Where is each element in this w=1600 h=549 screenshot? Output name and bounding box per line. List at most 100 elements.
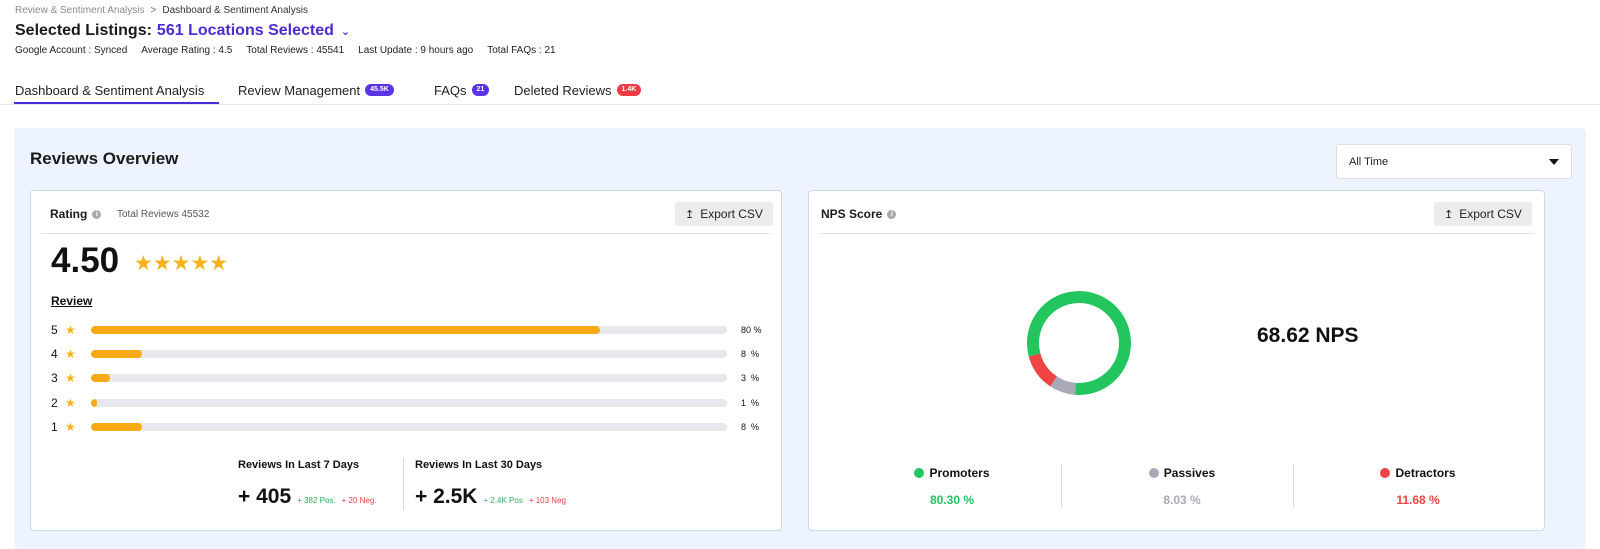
google-account-status: Google Account : Synced	[15, 45, 128, 56]
star-icon: ★	[65, 396, 76, 410]
positive-count: + 2.4K Pos	[483, 496, 523, 505]
nps-card-header: NPS Score i ↥ Export CSV	[809, 191, 1544, 234]
rating-percent: 8 %	[741, 349, 760, 359]
stat-line: + 405 + 382 Pos. + 20 Neg.	[238, 485, 377, 509]
rating-row-3: 3 ★ 3 %	[51, 371, 766, 385]
rating-bar-fill	[91, 326, 600, 334]
donut-segment-promoters[interactable]	[1024, 288, 1134, 398]
legend-label: Promoters	[837, 466, 1067, 480]
negative-count: + 20 Neg.	[341, 496, 377, 505]
total-reviews-label: Total Reviews 45532	[117, 209, 210, 220]
rating-title-text: Rating	[50, 207, 88, 221]
period-select[interactable]: All Time	[1336, 144, 1572, 179]
deleted-count-badge: 1.4K	[616, 84, 642, 96]
nps-title-text: NPS Score	[821, 207, 883, 221]
rating-bar-track	[91, 326, 727, 334]
rating-row-5: 5 ★ 80 %	[51, 323, 766, 337]
period-select-value: All Time	[1349, 155, 1389, 168]
review-link[interactable]: Review	[51, 294, 92, 308]
breadcrumb: Review & Sentiment Analysis > Dashboard …	[15, 5, 308, 16]
rating-bar-track	[91, 423, 727, 431]
total-faqs-meta: Total FAQs : 21	[487, 45, 556, 56]
breadcrumb-parent[interactable]: Review & Sentiment Analysis	[15, 5, 145, 16]
export-csv-label: Export CSV	[1459, 207, 1522, 221]
info-icon[interactable]: i	[887, 209, 897, 219]
stat-divider	[403, 458, 404, 510]
rating-percent: 8 %	[741, 422, 760, 432]
star-rating-icon: ★★★★★	[134, 252, 229, 275]
last-update-meta: Last Update : 9 hours ago	[358, 45, 474, 56]
rating-star-number: 4	[51, 347, 58, 361]
legend-label-text: Promoters	[929, 466, 990, 480]
rating-percent: 80 %	[741, 325, 762, 335]
rating-star-number: 3	[51, 371, 58, 385]
star-icon: ★	[65, 347, 76, 361]
rating-percent: 3 %	[741, 373, 760, 383]
positive-count: + 382 Pos.	[297, 496, 336, 505]
rating-percent: 1 %	[741, 398, 760, 408]
rating-row-1: 1 ★ 8 %	[51, 420, 766, 434]
tab-review-management-label: Review Management	[238, 82, 361, 98]
rating-card: Rating i Total Reviews 45532 ↥ Export CS…	[30, 190, 782, 531]
total-reviews-meta: Total Reviews : 45541	[246, 45, 345, 56]
faq-count-badge: 21	[471, 84, 490, 96]
legend-percent: 80.30 %	[929, 493, 975, 507]
tab-deleted-reviews[interactable]: Deleted Reviews 1.4K	[514, 80, 642, 100]
stat-line: + 2.5K + 2.4K Pos + 103 Neg	[415, 485, 566, 509]
rating-star-number: 2	[51, 396, 58, 410]
legend-divider	[1293, 464, 1294, 508]
stat-title: Reviews In Last 7 Days	[238, 459, 360, 471]
export-csv-button[interactable]: ↥ Export CSV	[1434, 202, 1532, 226]
rating-card-header: Rating i Total Reviews 45532 ↥ Export CS…	[31, 191, 781, 234]
stat-value: + 2.5K	[415, 485, 478, 508]
legend-divider	[1061, 464, 1062, 508]
rating-bar-track	[91, 350, 727, 358]
legend-label-text: Detractors	[1395, 466, 1456, 480]
nps-card: NPS Score i ↥ Export CSV 68.62 NPS Promo…	[808, 190, 1545, 531]
reviews-overview-section: Reviews Overview All Time Rating i Total…	[14, 128, 1586, 549]
legend-label: Detractors	[1303, 466, 1533, 480]
legend-passives: Passives 8.03 %	[1067, 466, 1297, 507]
breadcrumb-separator-icon: >	[150, 5, 157, 16]
active-tab-indicator	[14, 102, 219, 104]
rating-card-title: Rating i	[50, 207, 102, 221]
card-divider	[41, 233, 771, 234]
donut-segment-passives[interactable]	[1024, 288, 1134, 398]
rating-row-2: 2 ★ 1 %	[51, 396, 766, 410]
stat-title: Reviews In Last 30 Days	[415, 459, 543, 471]
star-icon: ★	[65, 323, 76, 337]
negative-count: + 103 Neg	[528, 496, 566, 505]
rating-bar-fill	[91, 423, 142, 431]
legend-detractors: Detractors 11.68 %	[1303, 466, 1533, 507]
passives-dot-icon	[1148, 468, 1159, 478]
upload-icon: ↥	[685, 208, 695, 221]
chevron-down-icon[interactable]: ⌄	[341, 25, 350, 38]
tab-dashboard[interactable]: Dashboard & Sentiment Analysis	[15, 80, 204, 100]
info-icon[interactable]: i	[92, 209, 102, 219]
average-rating-meta: Average Rating : 4.5	[141, 45, 233, 56]
donut-segment-detractors[interactable]	[1024, 288, 1134, 398]
tab-faqs-label: FAQs	[434, 82, 467, 98]
rating-bar-fill	[91, 350, 142, 358]
listing-meta: Google Account : Synced Average Rating :…	[15, 45, 556, 56]
tab-dashboard-label: Dashboard & Sentiment Analysis	[15, 82, 205, 98]
tab-review-management[interactable]: Review Management 45.5K	[238, 80, 394, 100]
tab-faqs[interactable]: FAQs 21	[434, 80, 490, 100]
section-title: Reviews Overview	[30, 149, 179, 168]
detractors-dot-icon	[1380, 468, 1391, 478]
selected-listings-label: Selected Listings:	[15, 22, 152, 39]
breadcrumb-current: Dashboard & Sentiment Analysis	[162, 5, 308, 16]
nps-score-value: 68.62 NPS	[1257, 324, 1359, 347]
nps-card-title: NPS Score i	[821, 207, 897, 221]
reviews-last-7-days: Reviews In Last 7 Days + 405 + 382 Pos. …	[238, 459, 377, 509]
stat-value: + 405	[238, 485, 292, 508]
nps-donut-chart	[1024, 288, 1134, 398]
reviews-last-30-days: Reviews In Last 30 Days + 2.5K + 2.4K Po…	[415, 459, 566, 509]
average-rating-value: 4.50	[51, 241, 120, 280]
export-csv-button[interactable]: ↥ Export CSV	[675, 202, 773, 226]
locations-selector[interactable]: 561 Locations Selected	[157, 22, 334, 40]
star-icon: ★	[65, 371, 76, 385]
card-divider	[819, 233, 1534, 234]
promoters-dot-icon	[914, 468, 925, 478]
rating-bar-track	[91, 374, 727, 382]
